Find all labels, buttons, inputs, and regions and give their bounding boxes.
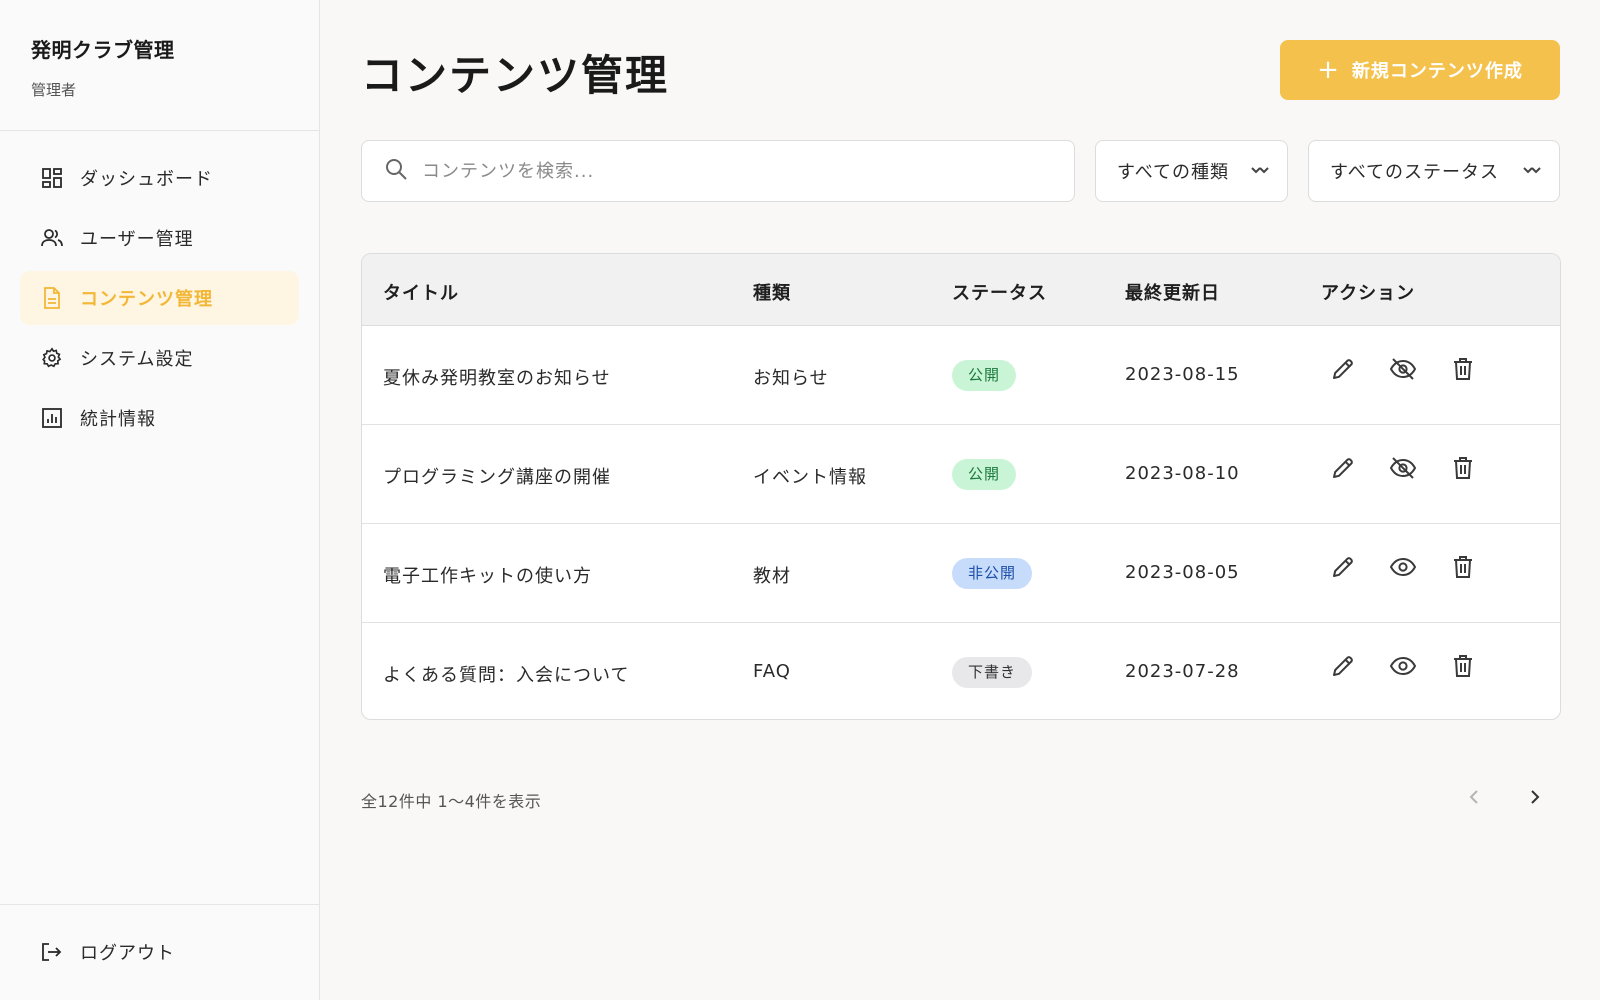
trash-icon	[1451, 653, 1475, 683]
eye-off-icon	[1389, 356, 1417, 386]
pagination-summary: 全12件中 1〜4件を表示	[361, 792, 542, 811]
search-input[interactable]	[422, 160, 1042, 182]
cell-updated: 2023-07-28	[1125, 661, 1240, 682]
cell-title[interactable]: 夏休み発明教室のお知らせ	[383, 364, 611, 390]
trash-icon	[1451, 356, 1475, 386]
chevron-down-icon	[1249, 161, 1271, 188]
cell-title[interactable]: よくある質問：入会について	[383, 661, 629, 687]
sidebar: 発明クラブ管理 管理者 ダッシュボード ユーザー管理 コンテンツ管理 システム設…	[0, 0, 320, 1000]
page-title: コンテンツ管理	[361, 51, 670, 100]
eye-icon	[1389, 554, 1417, 584]
delete-button[interactable]	[1448, 653, 1478, 683]
edit-button[interactable]	[1328, 455, 1358, 485]
cell-updated: 2023-08-05	[1125, 562, 1240, 583]
edit-button[interactable]	[1328, 356, 1358, 386]
status-badge: 公開	[952, 459, 1017, 490]
type-filter-select[interactable]: すべての種類	[1095, 140, 1288, 202]
content-table: タイトル 種類 ステータス 最終更新日 アクション 夏休み発明教室のお知らせ お知…	[361, 253, 1561, 720]
logout-icon	[40, 940, 64, 964]
new-content-button[interactable]: + 新規コンテンツ作成	[1280, 40, 1560, 100]
table-row[interactable]: プログラミング講座の開催 イベント情報 公開 2023-08-10	[362, 425, 1560, 524]
sidebar-item-users[interactable]: ユーザー管理	[20, 211, 299, 265]
status-badge: 公開	[952, 360, 1017, 391]
table-row[interactable]: 電子工作キットの使い方 教材 非公開 2023-08-05	[362, 524, 1560, 623]
app-title: 発明クラブ管理	[31, 38, 175, 62]
visibility-toggle-button[interactable]	[1388, 455, 1418, 485]
sidebar-item-label: 統計情報	[80, 409, 156, 430]
logout-label: ログアウト	[80, 943, 175, 964]
gear-icon	[40, 346, 64, 370]
document-icon	[40, 286, 64, 310]
column-header-actions: アクション	[1321, 283, 1416, 304]
plus-icon: +	[1317, 55, 1340, 85]
sidebar-item-label: システム設定	[80, 349, 194, 370]
cell-updated: 2023-08-15	[1125, 364, 1240, 385]
eye-icon	[1389, 653, 1417, 683]
column-header-title[interactable]: タイトル	[383, 279, 459, 305]
cell-updated: 2023-08-10	[1125, 463, 1240, 484]
table-row[interactable]: よくある質問：入会について FAQ 下書き 2023-07-28	[362, 623, 1560, 719]
sidebar-item-label: コンテンツ管理	[80, 289, 213, 310]
visibility-toggle-button[interactable]	[1388, 653, 1418, 683]
type-filter-value: すべての種類	[1117, 162, 1230, 183]
column-header-type[interactable]: 種類	[753, 279, 791, 305]
edit-button[interactable]	[1328, 554, 1358, 584]
chevron-right-icon	[1531, 790, 1540, 804]
column-header-updated[interactable]: 最終更新日	[1125, 279, 1220, 305]
cell-type: 教材	[753, 566, 791, 587]
cell-type: お知らせ	[753, 368, 829, 389]
brand: 発明クラブ管理 管理者	[0, 0, 319, 131]
next-page-button[interactable]	[1519, 782, 1549, 812]
pencil-icon	[1330, 356, 1356, 386]
sidebar-item-label: ダッシュボード	[80, 169, 213, 190]
delete-button[interactable]	[1448, 356, 1478, 386]
delete-button[interactable]	[1448, 554, 1478, 584]
sidebar-item-settings[interactable]: システム設定	[20, 331, 299, 385]
user-role: 管理者	[31, 81, 77, 99]
visibility-toggle-button[interactable]	[1388, 356, 1418, 386]
table-row[interactable]: 夏休み発明教室のお知らせ お知らせ 公開 2023-08-15	[362, 326, 1560, 425]
visibility-toggle-button[interactable]	[1388, 554, 1418, 584]
chevron-left-icon	[1469, 790, 1478, 804]
status-filter-value: すべてのステータス	[1330, 162, 1500, 183]
dashboard-icon	[40, 166, 64, 190]
new-content-label: 新規コンテンツ作成	[1351, 61, 1523, 82]
sidebar-item-statistics[interactable]: 統計情報	[20, 391, 299, 445]
sidebar-item-label: ユーザー管理	[80, 229, 194, 250]
eye-off-icon	[1389, 455, 1417, 485]
chevron-down-icon	[1521, 161, 1543, 188]
column-header-status[interactable]: ステータス	[952, 279, 1047, 305]
search-icon	[384, 157, 408, 185]
sidebar-item-dashboard[interactable]: ダッシュボード	[20, 151, 299, 205]
previous-page-button[interactable]	[1460, 782, 1490, 812]
cell-type: イベント情報	[753, 467, 867, 488]
search-box	[361, 140, 1075, 202]
trash-icon	[1451, 554, 1475, 584]
sidebar-nav: ダッシュボード ユーザー管理 コンテンツ管理 システム設定 統計情報	[0, 131, 319, 445]
sidebar-footer: ログアウト	[0, 904, 319, 1000]
delete-button[interactable]	[1448, 455, 1478, 485]
status-filter-select[interactable]: すべてのステータス	[1308, 140, 1560, 202]
table-body: 夏休み発明教室のお知らせ お知らせ 公開 2023-08-15 プログラミング講座の開催…	[362, 326, 1560, 719]
status-badge: 下書き	[952, 657, 1033, 688]
cell-title[interactable]: 電子工作キットの使い方	[383, 562, 592, 588]
pencil-icon	[1330, 653, 1356, 683]
status-badge: 非公開	[952, 558, 1033, 589]
users-icon	[40, 226, 64, 250]
logout-button[interactable]: ログアウト	[40, 939, 175, 965]
table-header: タイトル 種類 ステータス 最終更新日 アクション	[362, 254, 1560, 326]
cell-type: FAQ	[753, 661, 791, 682]
pencil-icon	[1330, 455, 1356, 485]
cell-title[interactable]: プログラミング講座の開催	[383, 463, 611, 489]
sidebar-item-content[interactable]: コンテンツ管理	[20, 271, 299, 325]
pencil-icon	[1330, 554, 1356, 584]
edit-button[interactable]	[1328, 653, 1358, 683]
chart-icon	[40, 406, 64, 430]
trash-icon	[1451, 455, 1475, 485]
